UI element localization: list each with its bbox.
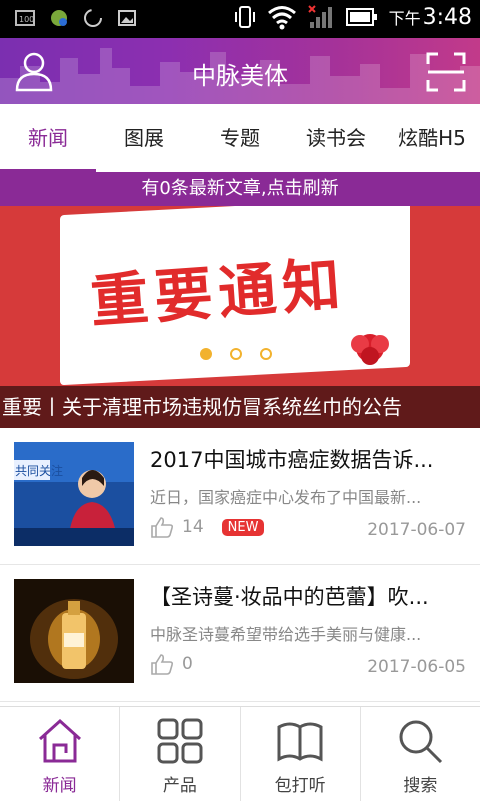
list-item[interactable]: 共同关注 2017中国城市癌症数据告诉... 近日，国家癌症中心发布了中国最新.… — [0, 428, 480, 565]
home-icon — [38, 718, 81, 763]
news-list: 共同关注 2017中国城市癌症数据告诉... 近日，国家癌症中心发布了中国最新.… — [0, 428, 480, 702]
news-thumbnail: 共同关注 — [14, 442, 134, 546]
news-date: 2017-06-05 — [367, 657, 466, 677]
vibrate-icon — [234, 6, 255, 28]
ribbon-flower-icon — [351, 334, 389, 365]
thumb-up-icon[interactable] — [150, 653, 174, 675]
news-thumbnail — [14, 579, 134, 683]
clock: 下午3:48 — [388, 4, 472, 30]
news-date: 2017-06-07 — [367, 520, 466, 540]
page-title: 中脉美体 — [192, 62, 288, 90]
like-row: 0 — [150, 653, 193, 675]
wifi-icon — [267, 6, 296, 30]
battery-icon — [345, 8, 377, 26]
app-icon — [51, 10, 67, 26]
banner-image-text: 重要通知 — [88, 250, 349, 336]
like-row: 14 NEW — [150, 516, 265, 538]
image-icon — [118, 10, 136, 26]
tab-topics[interactable]: 专题 — [192, 104, 288, 172]
carousel-dot[interactable] — [230, 348, 242, 360]
like-count: 14 — [182, 517, 204, 537]
svg-text:100: 100 — [19, 15, 34, 24]
like-count: 0 — [182, 654, 193, 674]
nav-inquiry[interactable]: 包打听 — [241, 707, 361, 801]
new-badge: NEW — [221, 518, 265, 536]
book-icon — [277, 722, 323, 762]
tab-h5[interactable]: 炫酷H5 — [384, 104, 480, 172]
thumb-text: 共同关注 — [15, 463, 63, 478]
carousel-dot[interactable] — [200, 348, 212, 360]
nav-label: 包打听 — [274, 776, 326, 796]
status-bar: 100 下午3:48 — [0, 0, 480, 38]
thumb-up-icon[interactable] — [150, 516, 174, 538]
banner-caption[interactable]: 重要丨关于清理市场违规仿冒系统丝巾的公告 — [0, 386, 480, 428]
app-header: 中脉美体 — [0, 38, 480, 104]
list-item[interactable]: 【圣诗蔓·妆品中的芭蕾】吹... 中脉圣诗蔓希望带给选手美丽与健康... 0 2… — [0, 565, 480, 702]
news-title: 2017中国城市癌症数据告诉... — [150, 448, 434, 472]
scan-icon[interactable] — [426, 52, 466, 92]
tab-reading-club[interactable]: 读书会 — [288, 104, 384, 172]
nav-label: 搜索 — [403, 776, 438, 796]
search-icon — [399, 720, 443, 764]
nav-news[interactable]: 新闻 — [0, 707, 121, 801]
signal-icon — [307, 5, 332, 28]
news-desc: 近日，国家癌症中心发布了中国最新... — [150, 488, 422, 507]
carousel-dot[interactable] — [260, 348, 272, 360]
nav-label: 新闻 — [42, 776, 77, 796]
news-title: 【圣诗蔓·妆品中的芭蕾】吹... — [150, 585, 429, 609]
refresh-bar[interactable]: 有0条最新文章,点击刷新 — [0, 172, 480, 206]
carousel-indicators — [200, 348, 272, 360]
category-tabs: 新闻 图展 专题 读书会 炫酷H5 — [0, 104, 480, 172]
bottom-nav: 新闻 产品 包打听 搜索 — [0, 706, 480, 801]
news-desc: 中脉圣诗蔓希望带给选手美丽与健康... — [150, 625, 422, 644]
banner-carousel[interactable]: 重要通知 重要丨关于清理市场违规仿冒系统丝巾的公告 — [0, 206, 480, 428]
grid-icon — [157, 718, 203, 764]
tab-news[interactable]: 新闻 — [0, 104, 96, 172]
nav-search[interactable]: 搜索 — [361, 707, 480, 801]
tab-gallery[interactable]: 图展 — [96, 104, 192, 172]
loading-icon — [84, 9, 102, 27]
nav-label: 产品 — [162, 776, 197, 796]
nav-products[interactable]: 产品 — [120, 707, 241, 801]
sd-card-icon: 100 — [15, 10, 35, 26]
